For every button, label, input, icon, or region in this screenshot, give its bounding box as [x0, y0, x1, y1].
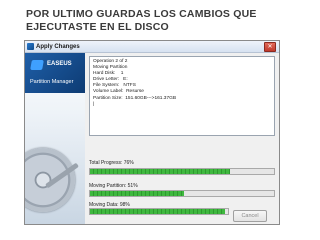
window-titlebar[interactable]: Apply Changes ✕	[25, 41, 279, 53]
brand-header: EASEUS Partition Manager	[25, 53, 85, 93]
close-button[interactable]: ✕	[264, 42, 276, 52]
moving-partition-fill	[90, 191, 184, 196]
product-name: Partition Manager	[30, 79, 74, 85]
operation-log: Operation 2 of 2 Moving Partition Hard D…	[89, 56, 275, 136]
easeus-logo-icon	[30, 60, 44, 70]
moving-data-bar	[89, 208, 229, 215]
cancel-button[interactable]: Cancel	[233, 210, 267, 222]
slide-title: POR ULTIMO GUARDAS LOS CAMBIOS QUE EJECU…	[26, 8, 257, 33]
total-progress-label: Total Progress: 76%	[89, 160, 134, 166]
total-progress-bar	[89, 168, 275, 175]
app-icon	[27, 43, 34, 50]
moving-data-fill	[90, 209, 226, 214]
total-progress-fill	[90, 169, 230, 174]
brand-panel: EASEUS Partition Manager	[25, 53, 85, 224]
moving-partition-label: Moving Partition: 51%	[89, 183, 138, 189]
log-line: |	[93, 101, 95, 107]
moving-partition-bar	[89, 190, 275, 197]
brand-name: EASEUS	[47, 61, 72, 67]
window-title: Apply Changes	[36, 43, 80, 50]
apply-changes-window: Apply Changes ✕ EASEUS Partition Manager…	[24, 40, 280, 225]
